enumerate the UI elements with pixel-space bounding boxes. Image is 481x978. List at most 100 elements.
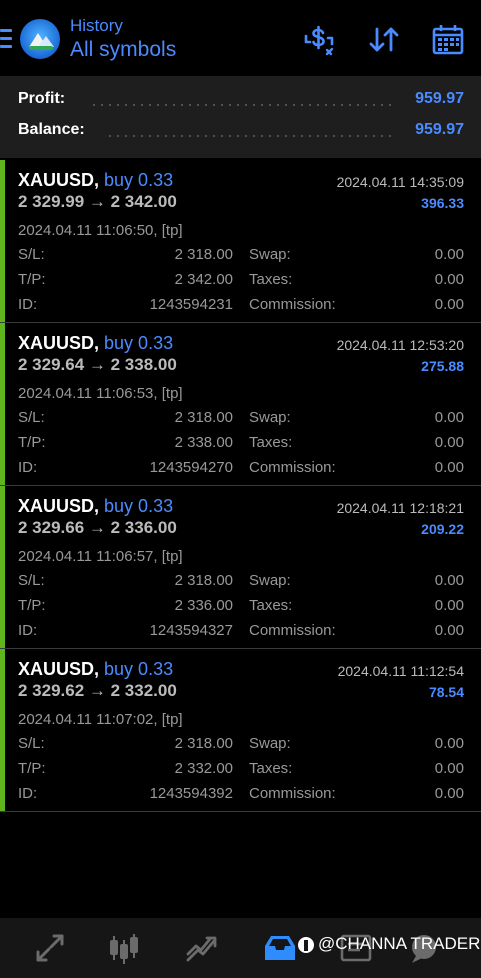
swap-label: Swap: xyxy=(249,735,291,752)
trade-item[interactable]: XAUUSD, buy 0.33 2024.04.11 12:53:20 2 3… xyxy=(0,323,481,486)
taxes-value: 0.00 xyxy=(434,434,464,451)
history-icon[interactable] xyxy=(262,930,298,966)
tp-value: 2 336.00 xyxy=(174,597,233,614)
taxes-label: Taxes: xyxy=(249,760,293,777)
id-value: 1243594392 xyxy=(149,785,233,802)
trade-side: buy 0.33 xyxy=(104,333,174,353)
trade-side: buy 0.33 xyxy=(104,496,174,516)
trade-side: buy 0.33 xyxy=(104,659,174,679)
tp-taxes-row: T/P: 2 332.00 Taxes: 0.00 xyxy=(18,760,464,780)
commission-value: 0.00 xyxy=(434,785,464,802)
trade-profit: 275.88 xyxy=(421,358,464,374)
taxes-label: Taxes: xyxy=(249,434,293,451)
id-label: ID: xyxy=(18,622,38,639)
taxes-value: 0.00 xyxy=(434,597,464,614)
price-range: 2 329.62 → 2 332.00 xyxy=(18,681,177,700)
buy-indicator-bar xyxy=(0,649,5,811)
dotted-leader xyxy=(90,104,392,106)
tp-value: 2 332.00 xyxy=(174,760,233,777)
price-range: 2 329.99 → 2 342.00 xyxy=(18,192,177,211)
commission-value: 0.00 xyxy=(434,459,464,476)
trade-side: buy 0.33 xyxy=(104,170,174,190)
sl-label: S/L: xyxy=(18,572,45,589)
trade-profit: 78.54 xyxy=(428,684,464,700)
quotes-icon[interactable] xyxy=(32,930,68,966)
swap-value: 0.00 xyxy=(434,246,464,263)
sl-value: 2 318.00 xyxy=(174,246,233,263)
calendar-icon[interactable] xyxy=(430,22,466,58)
chart-icon[interactable] xyxy=(106,930,142,966)
open-time: 2024.04.11 11:06:50, [tp] xyxy=(18,222,183,239)
top-app-bar: History All symbols xyxy=(0,0,481,76)
id-value: 1243594270 xyxy=(149,459,233,476)
swap-label: Swap: xyxy=(249,409,291,426)
swap-label: Swap: xyxy=(249,572,291,589)
buy-indicator-bar xyxy=(0,486,5,648)
sl-swap-row: S/L: 2 318.00 Swap: 0.00 xyxy=(18,735,464,755)
sl-value: 2 318.00 xyxy=(174,735,233,752)
trade-icon[interactable] xyxy=(184,930,220,966)
open-time: 2024.04.11 11:06:57, [tp] xyxy=(18,548,183,565)
sl-swap-row: S/L: 2 318.00 Swap: 0.00 xyxy=(18,572,464,592)
tp-taxes-row: T/P: 2 342.00 Taxes: 0.00 xyxy=(18,271,464,291)
sl-label: S/L: xyxy=(18,409,45,426)
taxes-value: 0.00 xyxy=(434,271,464,288)
close-time: 2024.04.11 11:12:54 xyxy=(337,663,464,679)
watermark: @CHANNA TRADER xyxy=(318,934,481,953)
balance-label: Balance: xyxy=(18,121,85,138)
sl-swap-row: S/L: 2 318.00 Swap: 0.00 xyxy=(18,409,464,429)
id-commission-row: ID: 1243594231 Commission: 0.00 xyxy=(18,296,464,316)
commission-label: Commission: xyxy=(249,785,336,802)
sl-label: S/L: xyxy=(18,735,45,752)
section-title[interactable]: History xyxy=(70,16,123,36)
swap-value: 0.00 xyxy=(434,572,464,589)
id-label: ID: xyxy=(18,296,38,313)
price-range: 2 329.66 → 2 336.00 xyxy=(18,518,177,537)
sl-swap-row: S/L: 2 318.00 Swap: 0.00 xyxy=(18,246,464,266)
tp-label: T/P: xyxy=(18,597,46,614)
id-commission-row: ID: 1243594270 Commission: 0.00 xyxy=(18,459,464,479)
trade-symbol: XAUUSD, buy 0.33 xyxy=(18,496,174,516)
dotted-leader xyxy=(106,135,392,137)
sl-label: S/L: xyxy=(18,246,45,263)
trade-item[interactable]: XAUUSD, buy 0.33 2024.04.11 11:12:54 2 3… xyxy=(0,649,481,812)
swap-label: Swap: xyxy=(249,246,291,263)
trade-item[interactable]: XAUUSD, buy 0.33 2024.04.11 14:35:09 2 3… xyxy=(0,160,481,323)
id-value: 1243594231 xyxy=(149,296,233,313)
tp-label: T/P: xyxy=(18,434,46,451)
id-value: 1243594327 xyxy=(149,622,233,639)
id-commission-row: ID: 1243594392 Commission: 0.00 xyxy=(18,785,464,805)
price-range: 2 329.64 → 2 338.00 xyxy=(18,355,177,374)
profit-label: Profit: xyxy=(18,90,66,107)
balance-value: 959.97 xyxy=(415,121,464,138)
symbol-filter[interactable]: All symbols xyxy=(70,38,176,62)
buy-indicator-bar xyxy=(0,160,5,322)
profit-value: 959.97 xyxy=(415,90,464,107)
open-time: 2024.04.11 11:06:53, [tp] xyxy=(18,385,183,402)
trade-profit: 209.22 xyxy=(421,521,464,537)
close-time: 2024.04.11 14:35:09 xyxy=(336,174,464,190)
facebook-icon xyxy=(298,937,314,953)
balance-row: Balance: 959.97 xyxy=(18,121,464,145)
commission-label: Commission: xyxy=(249,296,336,313)
tp-label: T/P: xyxy=(18,760,46,777)
swap-value: 0.00 xyxy=(434,409,464,426)
trade-symbol: XAUUSD, buy 0.33 xyxy=(18,333,174,353)
commission-value: 0.00 xyxy=(434,622,464,639)
taxes-label: Taxes: xyxy=(249,597,293,614)
profit-row: Profit: 959.97 xyxy=(18,90,464,114)
trade-symbol: XAUUSD, buy 0.33 xyxy=(18,659,174,679)
buy-indicator-bar xyxy=(0,323,5,485)
metatrader-logo-icon xyxy=(20,19,60,59)
sort-icon[interactable] xyxy=(366,22,402,58)
trade-item[interactable]: XAUUSD, buy 0.33 2024.04.11 12:18:21 2 3… xyxy=(0,486,481,649)
tp-value: 2 342.00 xyxy=(174,271,233,288)
tp-taxes-row: T/P: 2 338.00 Taxes: 0.00 xyxy=(18,434,464,454)
menu-icon[interactable] xyxy=(0,29,12,49)
swap-value: 0.00 xyxy=(434,735,464,752)
tp-label: T/P: xyxy=(18,271,46,288)
open-time: 2024.04.11 11:07:02, [tp] xyxy=(18,711,183,728)
currency-exchange-icon[interactable] xyxy=(301,22,337,58)
id-label: ID: xyxy=(18,459,38,476)
commission-label: Commission: xyxy=(249,622,336,639)
